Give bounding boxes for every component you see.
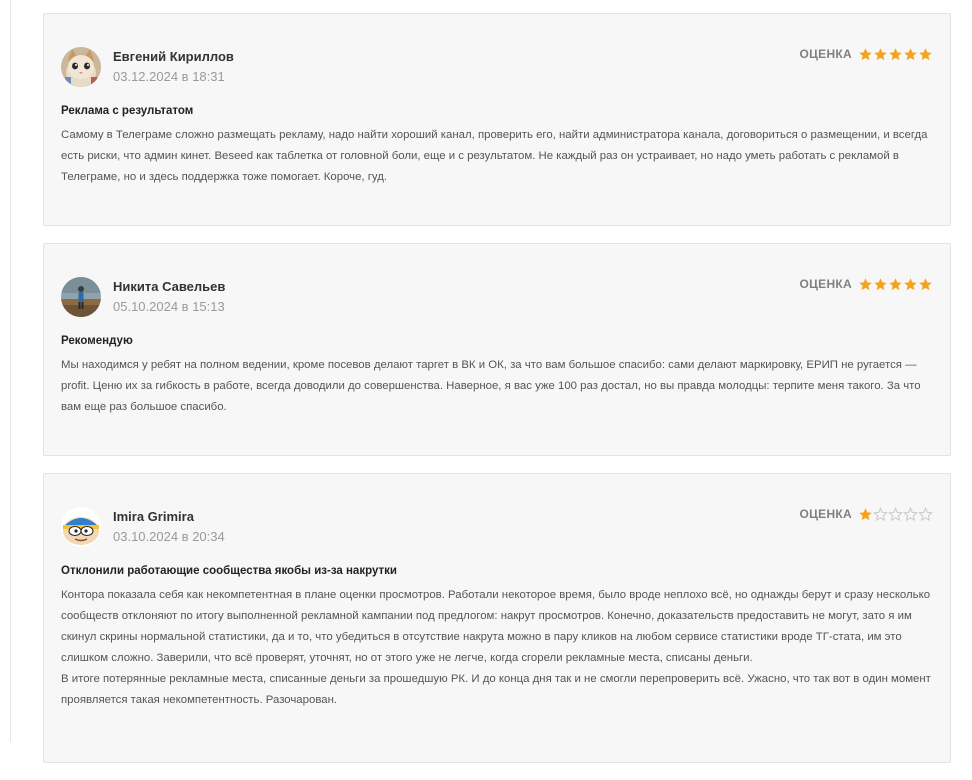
cartoon-character-avatar-icon [61,507,101,547]
author-name: Евгений Кириллов [113,49,234,64]
review-date: 05.10.2024 в 15:13 [113,299,225,314]
author-block: Евгений Кириллов 03.12.2024 в 18:31 [113,48,234,86]
star-filled-icon [889,277,902,290]
person-outdoor-avatar-icon [61,277,101,317]
review-card: Никита Савельев 05.10.2024 в 15:13 ОЦЕНК… [43,243,951,456]
review-title: Реклама с результатом [61,105,194,117]
review-body: Самому в Телеграме сложно размещать рекл… [61,129,928,183]
review-card: Imira Grimira 03.10.2024 в 20:34 ОЦЕНКА … [43,473,951,763]
review-date: 03.10.2024 в 20:34 [113,529,225,544]
rating-stars [858,47,933,62]
star-filled-icon [889,47,902,60]
author-block: Никита Савельев 05.10.2024 в 15:13 [113,278,225,316]
review-body: Контора показала себя как некомпетентная… [61,589,931,706]
author-name: Никита Савельев [113,279,226,294]
review-date: 03.12.2024 в 18:31 [113,69,225,84]
review-card: Евгений Кириллов 03.12.2024 в 18:31 ОЦЕН… [43,13,951,226]
rating-label: ОЦЕНКА [799,277,852,291]
star-empty-icon [918,506,933,521]
star-filled-icon [859,507,872,520]
review-rating: ОЦЕНКА [799,46,933,62]
star-filled-icon [904,277,917,290]
reviews-list: Евгений Кириллов 03.12.2024 в 18:31 ОЦЕН… [43,13,951,780]
star-filled-icon [874,277,887,290]
star-empty-icon [903,506,918,521]
kitten-avatar-icon [61,47,101,87]
review-rating: ОЦЕНКА [799,276,933,292]
page-left-border [10,0,11,742]
star-empty-icon [873,506,888,521]
author-name: Imira Grimira [113,509,194,524]
review-body: Мы находимся у ребят на полном ведении, … [61,359,921,413]
star-filled-icon [919,47,932,60]
star-filled-icon [919,277,932,290]
rating-label: ОЦЕНКА [799,507,852,521]
rating-label: ОЦЕНКА [799,47,852,61]
review-title: Отклонили работающие сообщества якобы из… [61,565,397,577]
star-filled-icon [904,47,917,60]
author-block: Imira Grimira 03.10.2024 в 20:34 [113,508,225,546]
star-filled-icon [874,47,887,60]
review-rating: ОЦЕНКА [799,506,933,522]
rating-stars [858,277,933,292]
star-filled-icon [859,47,872,60]
star-empty-icon [888,506,903,521]
review-title: Рекомендую [61,335,133,347]
star-filled-icon [859,277,872,290]
rating-stars [858,506,933,522]
